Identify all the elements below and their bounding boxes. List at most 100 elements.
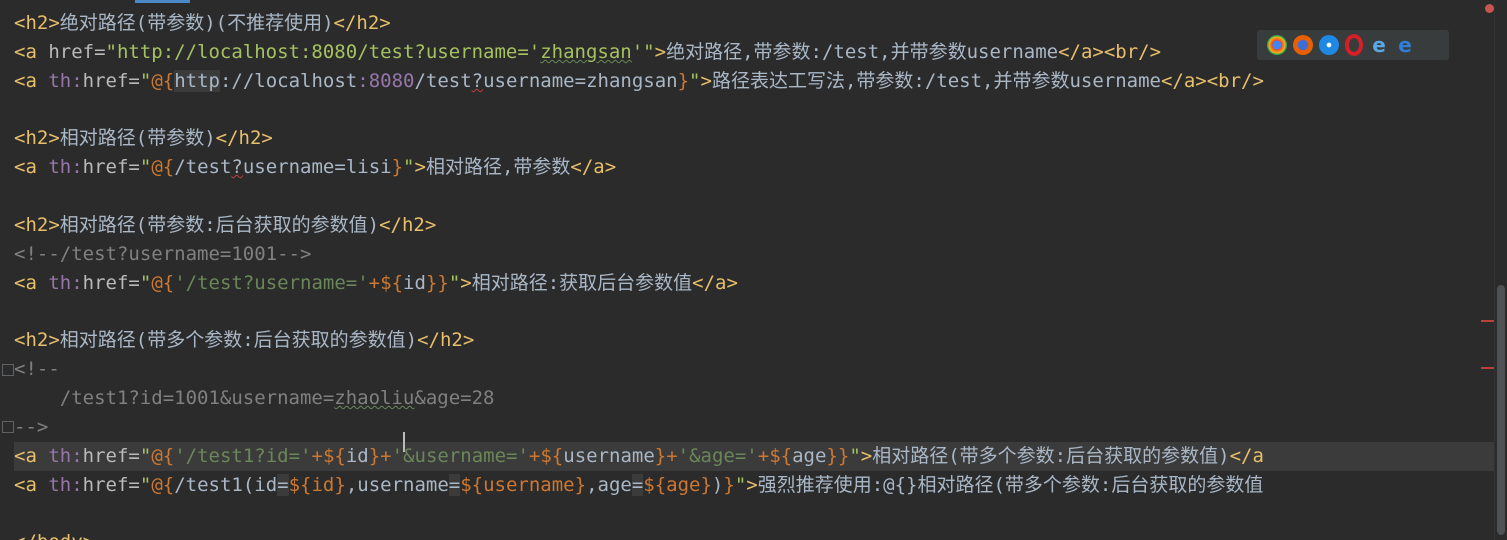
edge-icon[interactable]: e xyxy=(1395,33,1415,57)
var-expr: ${username} xyxy=(460,474,587,496)
link-text: 强烈推荐使用:@{}相对路径(带多个参数:后台获取的参数值 xyxy=(757,474,1264,496)
quote: " xyxy=(139,474,152,496)
fold-marker[interactable] xyxy=(2,364,14,376)
href-attr: href= xyxy=(48,41,106,63)
string-literal: '&age=' xyxy=(677,445,758,467)
comment-text: /test1?id=1001&username= xyxy=(14,387,335,409)
link-expression-start: @{ xyxy=(151,156,175,178)
href-value: "http://localhost:8080/test?username=' xyxy=(105,41,541,63)
a-open-tag: <a xyxy=(14,156,49,178)
scrollbar-thumb[interactable] xyxy=(1497,285,1505,535)
th-namespace: th: xyxy=(48,70,83,92)
href-attr: href= xyxy=(82,70,140,92)
expr-end: } xyxy=(677,70,690,92)
a-close-tag: </a> xyxy=(692,272,738,294)
browser-preview-icons: e e xyxy=(1257,30,1449,60)
plus-operator: + xyxy=(368,272,381,294)
link-expression-start: @{ xyxy=(151,445,175,467)
h2-close-tag: </h2> xyxy=(215,127,273,149)
expr-end: } xyxy=(437,272,449,294)
expr-part: ? xyxy=(471,70,484,92)
h2-open-tag: <h2> xyxy=(14,127,60,149)
code-line-5[interactable]: <h2>相对路径(带参数)</h2> xyxy=(14,124,273,153)
link-text: 相对路径,带参数 xyxy=(425,156,571,178)
expr-part: = xyxy=(631,474,644,496)
code-line-16[interactable]: <a th:href="@{'/test1?id='+${id}+'&usern… xyxy=(14,442,1494,471)
code-line-13[interactable]: <!-- xyxy=(14,355,60,384)
chrome-icon[interactable] xyxy=(1267,35,1287,55)
th-namespace: th: xyxy=(48,272,83,294)
error-indicator-icon[interactable] xyxy=(1485,4,1494,13)
quote: " xyxy=(734,474,747,496)
a-open-tag: <a xyxy=(14,272,49,294)
html-comment-open: <!-- xyxy=(14,358,60,380)
href-value-end: '" xyxy=(631,41,655,63)
a-open-tag: <a xyxy=(14,70,49,92)
plus-operator: + xyxy=(311,445,323,467)
string-literal: '&username=' xyxy=(391,445,529,467)
text-cursor xyxy=(403,432,405,452)
code-line-12[interactable]: <h2>相对路径(带多个参数:后台获取的参数值)</h2> xyxy=(14,326,474,355)
html-comment: <!--/test?username=1001--> xyxy=(14,243,312,265)
tag-end: > xyxy=(414,156,426,178)
plus-operator: + xyxy=(666,445,678,467)
href-value-user: zhangsan xyxy=(540,41,632,63)
a-close-tag: </a xyxy=(1229,445,1264,467)
tag-end: > xyxy=(860,445,873,467)
code-line-17[interactable]: <a th:href="@{/test1(id=${id},username=$… xyxy=(14,471,1263,500)
var-name: id xyxy=(403,272,426,294)
expr-part: =lisi xyxy=(334,156,392,178)
expr-part: /test xyxy=(174,156,232,178)
code-line-2[interactable]: <a href="http://localhost:8080/test?user… xyxy=(14,38,1161,67)
vertical-scrollbar[interactable] xyxy=(1494,0,1507,540)
code-editor[interactable]: <h2>绝对路径(带参数)(不推荐使用)</h2> <a href="http:… xyxy=(0,0,1494,540)
h2-open-tag: <h2> xyxy=(14,12,60,34)
th-namespace: th: xyxy=(48,156,83,178)
code-line-10[interactable]: <a th:href="@{'/test?username='+${id}}">… xyxy=(14,269,738,298)
plus-operator: + xyxy=(380,445,392,467)
quote: " xyxy=(448,272,461,294)
code-line-3[interactable]: <a th:href="@{http://localhost:8080/test… xyxy=(14,67,1264,96)
fold-marker[interactable] xyxy=(2,421,14,433)
error-stripe-mark[interactable] xyxy=(1481,320,1495,322)
href-attr: href= xyxy=(82,156,140,178)
var-close: } xyxy=(826,445,838,467)
a-open-tag: <a xyxy=(14,445,49,467)
firefox-icon[interactable] xyxy=(1293,35,1313,55)
ie-icon[interactable]: e xyxy=(1369,33,1389,57)
h2-open-tag: <h2> xyxy=(14,214,60,236)
href-attr: href= xyxy=(82,445,140,467)
comment-user: zhaoliu xyxy=(334,387,415,409)
quote: " xyxy=(403,156,415,178)
code-line-1[interactable]: <h2>绝对路径(带参数)(不推荐使用)</h2> xyxy=(14,9,391,38)
tag-end: > xyxy=(654,41,667,63)
heading-text: 绝对路径(带参数)(不推荐使用) xyxy=(59,12,334,34)
quote: " xyxy=(139,272,152,294)
safari-icon[interactable] xyxy=(1319,35,1339,55)
expr-part: ,username xyxy=(345,474,449,496)
expr-part: =zhangsan xyxy=(574,70,678,92)
tag-end: > xyxy=(746,474,758,496)
quote: " xyxy=(139,70,152,92)
expr-part: = xyxy=(277,474,289,496)
heading-text: 相对路径(带参数:后台获取的参数值) xyxy=(59,214,380,236)
code-line-14[interactable]: /test1?id=1001&username=zhaoliu&age=28 xyxy=(14,384,495,413)
code-line-15[interactable]: --> xyxy=(14,413,48,442)
code-line-9[interactable]: <!--/test?username=1001--> xyxy=(14,240,311,269)
code-line-19[interactable]: </body> xyxy=(14,528,94,540)
code-line-6[interactable]: <a th:href="@{/test?username=lisi}">相对路径… xyxy=(14,153,616,182)
expr-part: = xyxy=(448,474,461,496)
html-comment-close: --> xyxy=(14,416,49,438)
expr-part: ) xyxy=(711,474,724,496)
var-expr: ${id} xyxy=(288,474,346,496)
expr-end: } xyxy=(391,156,404,178)
h2-open-tag: <h2> xyxy=(14,329,60,351)
expr-part: http xyxy=(174,70,220,92)
link-text: 绝对路径,带参数:/test,并带参数username xyxy=(666,41,1059,63)
code-line-8[interactable]: <h2>相对路径(带参数:后台获取的参数值)</h2> xyxy=(14,211,436,240)
opera-icon[interactable] xyxy=(1345,34,1363,56)
var-open: ${ xyxy=(540,445,564,467)
a-open-tag: <a xyxy=(14,41,49,63)
plus-operator: + xyxy=(528,445,541,467)
error-stripe-mark[interactable] xyxy=(1481,367,1495,369)
